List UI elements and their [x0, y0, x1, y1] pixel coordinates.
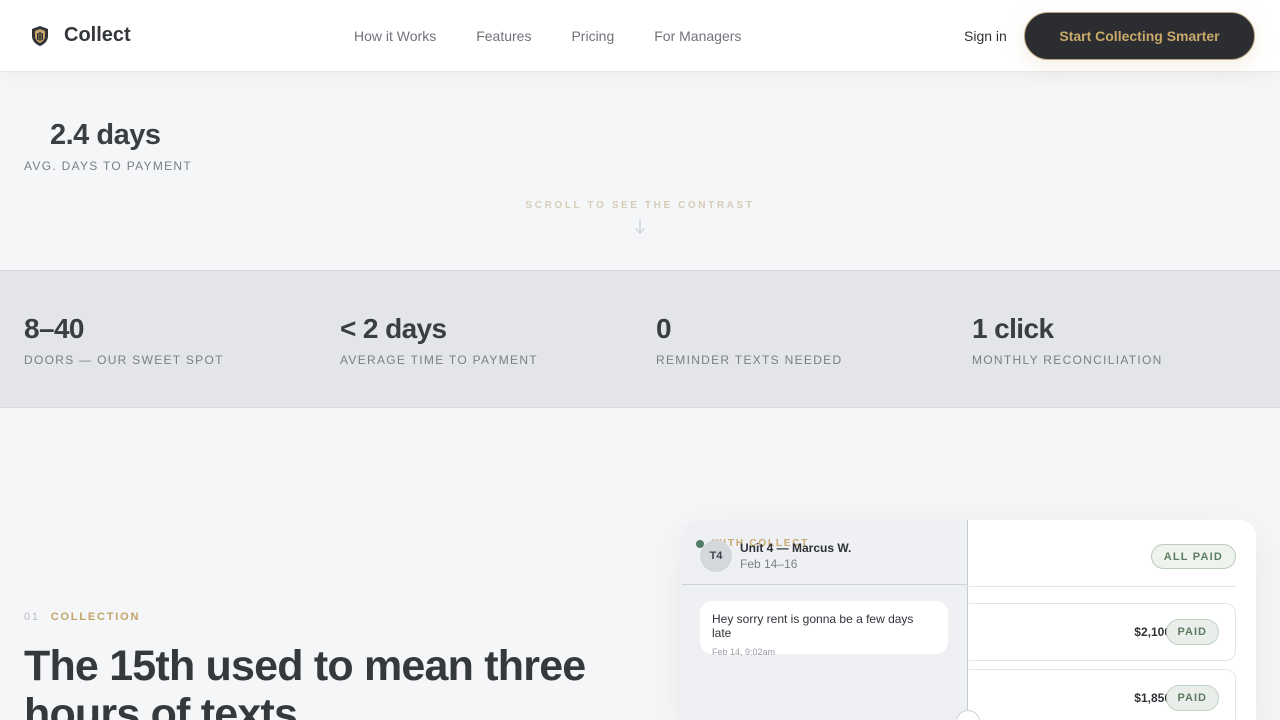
section-headline: The 15th used to mean three hours of tex…: [24, 642, 586, 720]
avatar: T4: [700, 540, 732, 572]
message-text: Hey sorry rent is gonna be a few days la…: [712, 612, 914, 640]
stat-label: DOORS — OUR SWEET SPOT: [24, 353, 224, 367]
hero-stat-value: 2.4 days: [50, 119, 161, 151]
stat-time-to-payment: < 2 days AVERAGE TIME TO PAYMENT: [340, 313, 538, 367]
chat-panel: WITH COLLECT T4 Unit 4 — Marcus W. Feb 1…: [682, 520, 968, 720]
stat-label: REMINDER TEXTS NEEDED: [656, 353, 843, 367]
section-number: 01: [24, 611, 40, 623]
tenant-name: Unit 4 — Marcus W.: [740, 541, 852, 555]
arrow-down-icon: [635, 220, 645, 234]
stat-doors: 8–40 DOORS — OUR SWEET SPOT: [24, 313, 224, 367]
stat-reminder-texts: 0 REMINDER TEXTS NEEDED: [656, 313, 842, 367]
paid-badge: PAID: [1165, 685, 1219, 711]
ledger-header: ALL PAID: [969, 520, 1236, 587]
stat-reconciliation: 1 click MONTHLY RECONCILIATION: [972, 313, 1163, 367]
paid-badge: PAID: [1165, 619, 1219, 645]
tenant-date-range: Feb 14–16: [740, 557, 798, 571]
all-paid-badge: ALL PAID: [1150, 544, 1236, 569]
ledger-row: $2,100 PAID: [969, 603, 1236, 661]
ledger-row: $1,850 PAID: [969, 669, 1236, 720]
section-eyebrow: 01 COLLECTION: [24, 611, 140, 623]
brand-name: Collect: [64, 24, 131, 46]
section-eyebrow-label: COLLECTION: [50, 611, 141, 623]
nav-link-features[interactable]: Features: [476, 28, 531, 44]
brand-logo[interactable]: Collect: [30, 24, 131, 47]
hero-stat-label: AVG. DAYS TO PAYMENT: [24, 159, 193, 173]
message-bubble: Hey sorry rent is gonna be a few days la…: [700, 601, 948, 657]
stat-value: 0: [656, 313, 672, 344]
nav-link-pricing[interactable]: Pricing: [571, 28, 614, 44]
shield-logo-icon: [32, 25, 48, 46]
nav-links: How it Works Features Pricing For Manage…: [354, 28, 781, 44]
stats-band: 8–40 DOORS — OUR SWEET SPOT < 2 days AVE…: [0, 270, 1280, 408]
nav-link-how-it-works[interactable]: How it Works: [354, 28, 436, 44]
stat-value: < 2 days: [340, 313, 447, 344]
nav-link-for-managers[interactable]: For Managers: [654, 28, 741, 44]
stat-label: MONTHLY RECONCILIATION: [972, 353, 1163, 367]
start-collecting-button[interactable]: Start Collecting Smarter: [1024, 12, 1255, 60]
chat-header: WITH COLLECT T4 Unit 4 — Marcus W. Feb 1…: [682, 520, 968, 585]
ledger-panel: ALL PAID $2,100 PAID $1,850 PAID: [969, 520, 1256, 720]
message-timestamp: Feb 14, 9:02am: [712, 647, 776, 657]
stat-value: 1 click: [972, 313, 1054, 344]
top-nav: Collect How it Works Features Pricing Fo…: [0, 0, 1280, 72]
scroll-hint: SCROLL TO SEE THE CONTRAST: [525, 200, 755, 211]
product-mock-card: WITH COLLECT T4 Unit 4 — Marcus W. Feb 1…: [682, 520, 1256, 720]
sign-in-link[interactable]: Sign in: [964, 28, 1007, 44]
stat-label: AVERAGE TIME TO PAYMENT: [340, 353, 538, 367]
stat-value: 8–40: [24, 313, 84, 344]
